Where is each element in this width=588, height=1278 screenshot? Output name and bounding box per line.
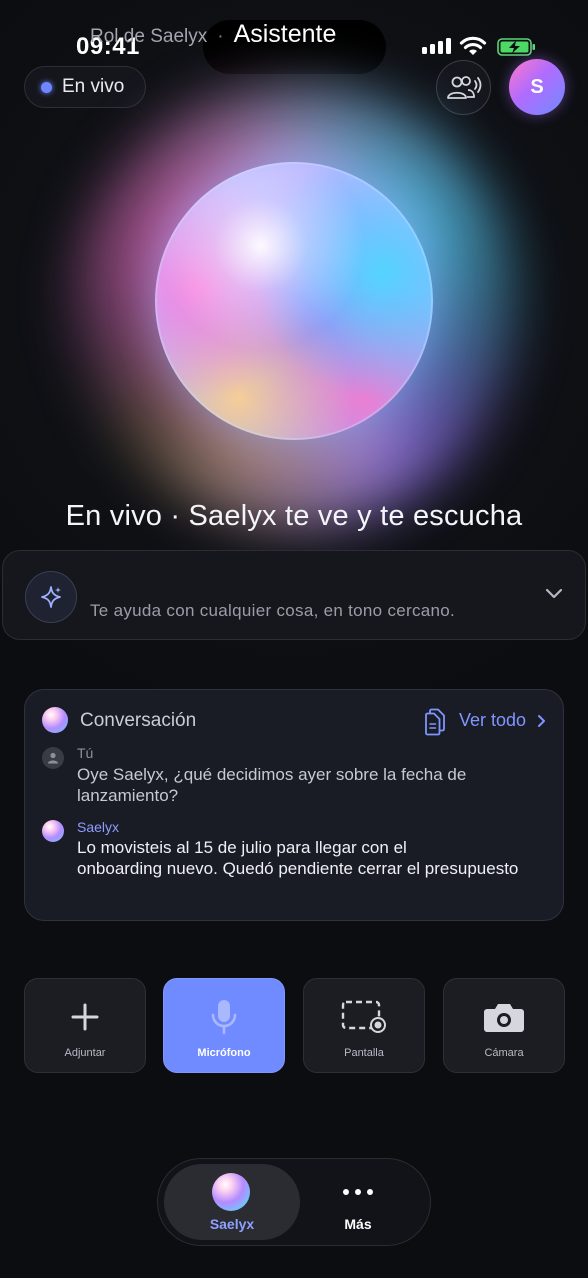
role-separator: · [217, 26, 224, 47]
message-text-line: Lo movisteis al 15 de julio para llegar … [77, 838, 407, 857]
message-text: Oye Saelyx, ¿qué decidimos ayer sobre la… [77, 765, 467, 805]
bottom-nav: Saelyx Más [157, 1158, 431, 1246]
role-prefix: Rol de Saelyx [90, 26, 208, 47]
participants-button[interactable] [436, 60, 491, 115]
saelyx-orb-icon [212, 1173, 250, 1211]
conversation-orb-icon [42, 707, 68, 733]
camera-icon [484, 1004, 524, 1032]
screen-label: Pantalla [344, 1047, 384, 1059]
nav-item-saelyx-label: Saelyx [209, 1216, 255, 1232]
role-title: Rol de Saelyx · Asistente [90, 20, 336, 49]
live-status-pill[interactable]: En vivo [24, 66, 146, 108]
sparkle-icon [25, 571, 77, 623]
live-headline: En vivo · Saelyx te ve y te escucha [65, 500, 523, 532]
conversation-card[interactable]: Conversación Ver todo Tú Oye Saelyx, ¿qu… [24, 689, 564, 921]
screen-record-icon [341, 1000, 386, 1033]
camera-label: Cámara [484, 1047, 524, 1059]
cellular-signal-icon [422, 38, 451, 54]
microphone-button[interactable]: Micrófono [163, 978, 285, 1073]
screen-button[interactable]: Pantalla [303, 978, 425, 1073]
message-author: Tú [77, 745, 94, 761]
view-all-link[interactable]: Ver todo [459, 710, 526, 731]
role-name: Asistente [233, 20, 337, 48]
microphone-label: Micrófono [197, 1047, 251, 1059]
chevron-down-icon[interactable] [545, 586, 563, 600]
role-selector[interactable] [2, 550, 586, 640]
more-dots-icon[interactable] [343, 1189, 373, 1195]
role-description: Te ayuda con cualquier cosa, en tono cer… [90, 601, 456, 620]
message-author: Saelyx [77, 819, 120, 835]
live-indicator-dot [41, 81, 52, 93]
attach-label: Adjuntar [64, 1047, 106, 1059]
conversation-title: Conversación [80, 710, 197, 731]
profile-avatar[interactable]: S [509, 59, 565, 115]
message-text: Lo movisteis al 15 de julio para llegar … [77, 837, 557, 879]
people-audio-icon [446, 75, 481, 99]
camera-button[interactable]: Cámara [443, 978, 565, 1073]
plus-icon [71, 1003, 99, 1031]
saelyx-avatar-icon [42, 820, 64, 842]
attach-button[interactable]: Adjuntar [24, 978, 146, 1073]
nav-item-more-label[interactable]: Más [328, 1216, 388, 1232]
saelyx-orb[interactable] [155, 162, 433, 440]
microphone-icon [211, 1000, 237, 1035]
message-text-line: onboarding nuevo. Quedó pendiente cerrar… [77, 859, 519, 878]
battery-charging-icon [497, 38, 535, 56]
wifi-icon [459, 36, 487, 55]
live-label: En vivo [62, 76, 125, 97]
copy-document-icon[interactable] [423, 708, 447, 736]
user-avatar-icon [42, 747, 64, 769]
chevron-right-icon[interactable] [537, 714, 547, 728]
